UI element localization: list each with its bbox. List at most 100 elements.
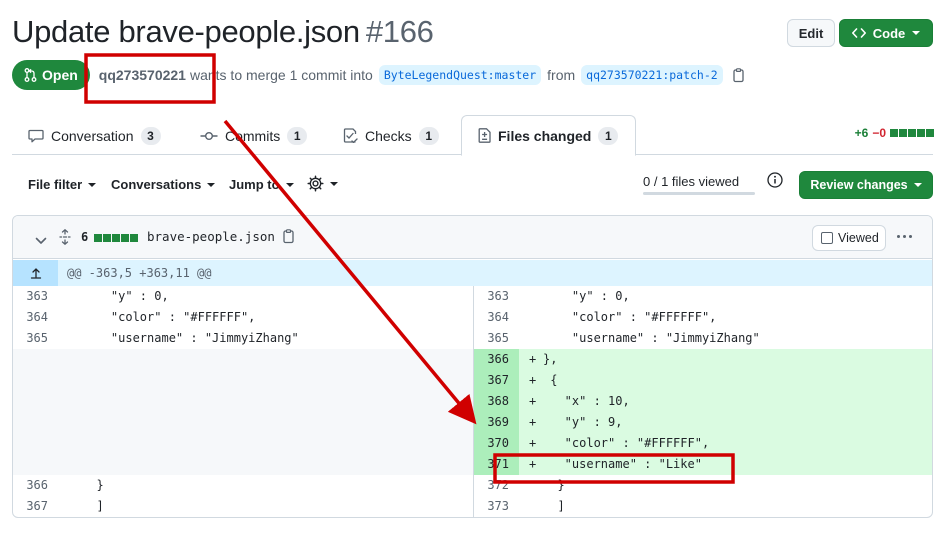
file-change-count: 6 [81, 230, 89, 244]
right-code-line: + "username" : "Like" [519, 454, 932, 475]
fold-up-icon [30, 268, 41, 279]
checklist-icon [343, 128, 358, 143]
right-line-number[interactable]: 369 [474, 412, 519, 433]
right-line-number[interactable]: 367 [474, 370, 519, 391]
chevron-down-icon[interactable] [35, 232, 47, 250]
conversations-dropdown[interactable]: Conversations [111, 177, 216, 192]
tab-checks[interactable]: Checks 1 [327, 115, 455, 156]
commit-icon [200, 131, 218, 140]
left-line-number[interactable] [13, 412, 58, 433]
right-code-line: "color" : "#FFFFFF", [519, 307, 932, 328]
diff-marker: + [529, 394, 537, 408]
expand-icon[interactable] [59, 228, 71, 250]
code-button-label: Code [872, 25, 906, 41]
diff-marker [68, 433, 82, 454]
left-line-number[interactable] [13, 433, 58, 454]
diff-marker [529, 496, 543, 517]
diff-marker [68, 370, 82, 391]
right-line-number[interactable]: 364 [474, 307, 519, 328]
right-code-line: "y" : 0, [519, 286, 932, 307]
tab-files-changed[interactable]: Files changed 1 [461, 115, 636, 156]
right-code-line: "username" : "JimmyiZhang" [519, 328, 932, 349]
left-code-line [58, 370, 473, 391]
left-code-line [58, 391, 473, 412]
merge-text: wants to merge 1 commit into [189, 67, 373, 83]
right-line-number[interactable]: 373 [474, 496, 519, 517]
left-code-line: "color" : "#FFFFFF", [58, 307, 473, 328]
file-name[interactable]: brave-people.json [147, 229, 275, 244]
code-text: "username" : "Like" [543, 457, 702, 471]
tab-checks-label: Checks [365, 127, 412, 144]
left-line-number[interactable]: 364 [13, 307, 58, 328]
pull-request-icon [24, 68, 37, 82]
settings-dropdown[interactable] [307, 175, 338, 192]
file-filter-label: File filter [28, 177, 83, 192]
diff-marker [529, 286, 543, 307]
hunk-header-text: @@ -363,5 +363,11 @@ [67, 266, 212, 280]
diff-marker [68, 328, 82, 349]
code-icon [851, 28, 866, 38]
diff-marker [68, 307, 82, 328]
right-line-number[interactable]: 365 [474, 328, 519, 349]
copy-icon[interactable] [733, 67, 746, 83]
expand-up-button[interactable] [13, 260, 58, 286]
head-branch[interactable]: qq273570221:patch-2 [581, 65, 723, 85]
chevron-down-icon [330, 181, 338, 186]
left-line-number[interactable] [13, 391, 58, 412]
info-icon[interactable] [767, 172, 783, 193]
code-button[interactable]: Code [839, 19, 933, 47]
copy-icon[interactable] [283, 229, 296, 249]
left-line-number[interactable] [13, 349, 58, 370]
pr-author-link[interactable]: qq273570221 [99, 67, 186, 83]
right-code-line: + "y" : 9, [519, 412, 932, 433]
right-line-number[interactable]: 371 [474, 454, 519, 475]
code-text: "y" : 9, [543, 415, 623, 429]
right-line-number[interactable]: 368 [474, 391, 519, 412]
diff-marker [529, 328, 543, 349]
review-changes-button[interactable]: Review changes [799, 171, 933, 199]
left-line-number[interactable] [13, 370, 58, 391]
edit-button[interactable]: Edit [787, 19, 835, 47]
tab-conversation[interactable]: Conversation 3 [12, 115, 177, 156]
left-line-number[interactable]: 366 [13, 475, 58, 496]
right-line-number[interactable]: 372 [474, 475, 519, 496]
code-text: }, [543, 352, 558, 366]
code-text: ] [543, 499, 565, 513]
right-code-line: } [519, 475, 932, 496]
left-line-number[interactable]: 365 [13, 328, 58, 349]
viewed-label: Viewed [838, 231, 879, 245]
code-text: ] [82, 499, 104, 513]
code-text: } [82, 478, 104, 492]
checkbox-icon [821, 232, 833, 244]
left-line-number[interactable]: 367 [13, 496, 58, 517]
left-line-number[interactable]: 363 [13, 286, 58, 307]
diff-marker [68, 454, 82, 475]
viewed-checkbox[interactable]: Viewed [812, 225, 886, 251]
more-options-icon[interactable] [897, 235, 912, 238]
code-text: "y" : 0, [543, 289, 630, 303]
chevron-down-icon [207, 182, 216, 187]
diff-marker [529, 475, 543, 496]
tab-commits-label: Commits [225, 127, 281, 144]
right-line-number[interactable]: 363 [474, 286, 519, 307]
diff-marker [68, 286, 82, 307]
right-code-line: + "x" : 10, [519, 391, 932, 412]
diff-marker [68, 475, 82, 496]
conversations-label: Conversations [111, 177, 202, 192]
base-branch[interactable]: ByteLegendQuest:master [378, 65, 542, 85]
file-diff: 6 brave-people.json Viewed @@ -363,5 +36… [12, 215, 933, 518]
file-filter-dropdown[interactable]: File filter [28, 177, 97, 192]
left-line-number[interactable] [13, 454, 58, 475]
tab-commits[interactable]: Commits 1 [184, 115, 323, 156]
right-line-number[interactable]: 370 [474, 433, 519, 454]
jump-to-dropdown[interactable]: Jump to [229, 177, 294, 192]
code-text: "x" : 10, [543, 394, 630, 408]
diff-marker [68, 496, 82, 517]
code-text: "color" : "#FFFFFF", [82, 310, 256, 324]
diff-marker [68, 412, 82, 433]
pr-number: #166 [365, 14, 434, 49]
diff-marker: + [529, 457, 537, 471]
right-line-number[interactable]: 366 [474, 349, 519, 370]
tab-conversation-label: Conversation [51, 127, 134, 144]
gear-icon [307, 175, 324, 192]
